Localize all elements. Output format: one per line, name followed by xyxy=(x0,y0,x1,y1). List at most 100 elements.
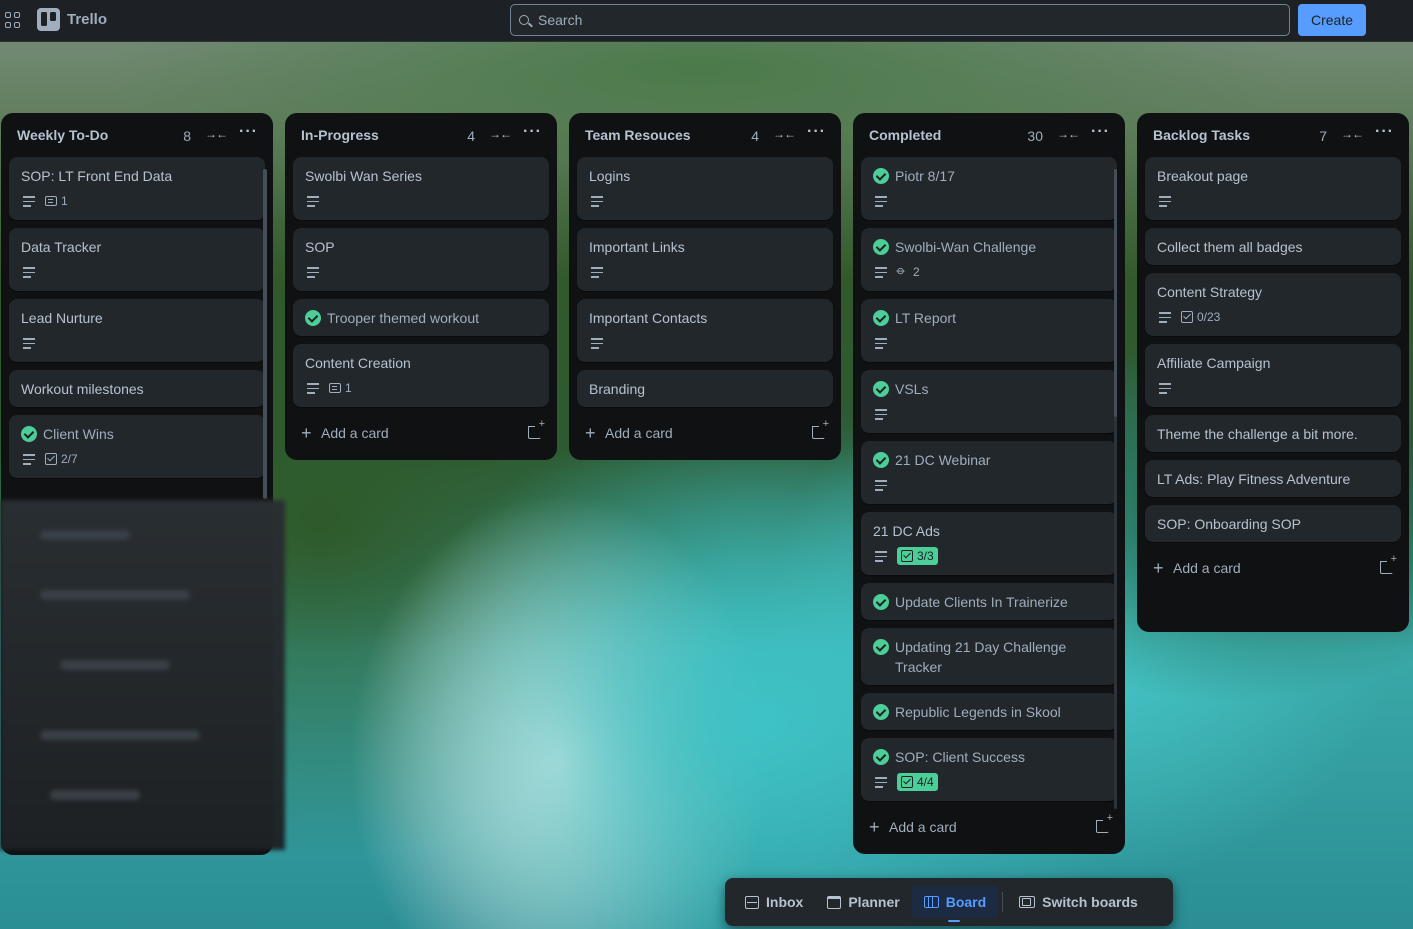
complete-check-icon[interactable] xyxy=(873,239,889,255)
card[interactable]: SOP: Client Success 4/4 xyxy=(861,738,1117,801)
complete-check-icon[interactable] xyxy=(873,168,889,184)
card[interactable]: Trooper themed workout xyxy=(293,299,549,336)
card[interactable]: LT Ads: Play Fitness Adventure xyxy=(1145,460,1401,497)
description-icon xyxy=(23,454,35,465)
list-title[interactable]: In-Progress xyxy=(301,127,379,143)
card[interactable]: Data Tracker xyxy=(9,228,265,291)
create-button[interactable]: Create xyxy=(1298,4,1366,36)
list-menu-icon[interactable]: ··· xyxy=(1375,124,1395,141)
card[interactable]: Content Creation 1 xyxy=(293,344,549,407)
card[interactable]: Piotr 8/17 xyxy=(861,157,1117,220)
collapse-list-icon[interactable]: →← xyxy=(773,127,796,143)
search-box[interactable] xyxy=(510,4,1290,36)
card[interactable]: Content Strategy 0/23 xyxy=(1145,273,1401,336)
card[interactable]: Swolbi Wan Series xyxy=(293,157,549,220)
description-icon xyxy=(1159,196,1171,207)
description-icon xyxy=(307,267,319,278)
trello-logo[interactable]: Trello xyxy=(37,8,107,31)
list-header: Backlog Tasks 7 →← ··· xyxy=(1137,113,1409,157)
card[interactable]: 21 DC Ads 3/3 xyxy=(861,512,1117,575)
list-card-count: 4 xyxy=(467,128,475,144)
create-from-template-icon[interactable] xyxy=(528,418,545,439)
card[interactable]: SOP xyxy=(293,228,549,291)
plus-icon: + xyxy=(301,423,312,443)
card-title: Swolbi Wan Series xyxy=(305,168,422,184)
comments-badge: 1 xyxy=(329,381,352,395)
top-bar: Trello Create xyxy=(0,0,1413,42)
card[interactable]: SOP: Onboarding SOP xyxy=(1145,505,1401,542)
list-menu-icon[interactable]: ··· xyxy=(523,124,543,141)
checklist-icon xyxy=(901,550,913,562)
complete-check-icon[interactable] xyxy=(21,426,37,442)
list-menu-icon[interactable]: ··· xyxy=(239,124,259,141)
plus-icon: + xyxy=(1153,558,1164,578)
complete-check-icon[interactable] xyxy=(873,452,889,468)
complete-check-icon[interactable] xyxy=(873,310,889,326)
card[interactable]: Swolbi-Wan Challenge ⌀ 2 xyxy=(861,228,1117,291)
collapse-list-icon[interactable]: →← xyxy=(205,127,228,143)
add-card-button[interactable]: + Add a card xyxy=(569,415,841,451)
card[interactable]: Branding xyxy=(577,370,833,407)
create-from-template-icon[interactable] xyxy=(812,418,829,439)
card[interactable]: Collect them all badges xyxy=(1145,228,1401,265)
checklist-count: 2/7 xyxy=(61,452,78,466)
card[interactable]: Client Wins 2/7 xyxy=(9,415,265,478)
checklist-icon xyxy=(901,776,913,788)
card[interactable]: Important Contacts xyxy=(577,299,833,362)
card[interactable]: Republic Legends in Skool xyxy=(861,693,1117,730)
create-from-template-icon[interactable] xyxy=(1096,812,1113,833)
add-card-label: Add a card xyxy=(321,425,389,441)
collapse-list-icon[interactable]: →← xyxy=(1057,127,1080,143)
nav-board[interactable]: Board xyxy=(911,886,999,922)
description-icon xyxy=(875,480,887,491)
add-card-button[interactable]: + Add a card xyxy=(285,415,557,451)
card[interactable]: Breakout page xyxy=(1145,157,1401,220)
card[interactable]: LT Report xyxy=(861,299,1117,362)
list-scrollbar[interactable] xyxy=(263,169,267,499)
search-input[interactable] xyxy=(538,12,1238,28)
complete-check-icon[interactable] xyxy=(873,639,889,655)
nav-inbox[interactable]: Inbox xyxy=(733,886,815,918)
card[interactable]: Affiliate Campaign xyxy=(1145,344,1401,407)
app-switcher-icon[interactable] xyxy=(5,12,21,28)
list-title[interactable]: Team Resouces xyxy=(585,127,691,143)
add-card-button[interactable]: + Add a card xyxy=(1137,550,1409,586)
list-menu-icon[interactable]: ··· xyxy=(1091,124,1111,141)
card[interactable]: SOP: LT Front End Data 1 xyxy=(9,157,265,220)
bottom-navigation: Inbox Planner Board Switch boards xyxy=(725,878,1173,926)
nav-divider xyxy=(1002,892,1004,912)
list-title[interactable]: Backlog Tasks xyxy=(1153,127,1250,143)
nav-switch-boards[interactable]: Switch boards xyxy=(1007,886,1150,918)
list-card-count: 4 xyxy=(751,128,759,144)
complete-check-icon[interactable] xyxy=(873,704,889,720)
nav-planner[interactable]: Planner xyxy=(815,886,911,918)
complete-check-icon[interactable] xyxy=(873,381,889,397)
trello-logo-icon xyxy=(37,8,60,31)
complete-check-icon[interactable] xyxy=(873,594,889,610)
comment-icon xyxy=(329,383,341,393)
card[interactable]: Logins xyxy=(577,157,833,220)
create-from-template-icon[interactable] xyxy=(1380,553,1397,574)
card[interactable]: Updating 21 Day Challenge Tracker xyxy=(861,628,1117,685)
list-scrollbar[interactable] xyxy=(1114,169,1117,417)
card-title: Logins xyxy=(589,168,631,184)
card-title: Theme the challenge a bit more. xyxy=(1157,426,1358,442)
card[interactable]: Theme the challenge a bit more. xyxy=(1145,415,1401,452)
card[interactable]: 21 DC Webinar xyxy=(861,441,1117,504)
card[interactable]: Update Clients In Trainerize xyxy=(861,583,1117,620)
nav-inbox-label: Inbox xyxy=(766,894,804,910)
complete-check-icon[interactable] xyxy=(873,749,889,765)
complete-check-icon[interactable] xyxy=(305,310,321,326)
card[interactable]: Lead Nurture xyxy=(9,299,265,362)
card-title: Lead Nurture xyxy=(21,310,103,326)
list-title[interactable]: Completed xyxy=(869,127,941,143)
list-menu-icon[interactable]: ··· xyxy=(807,124,827,141)
card[interactable]: VSLs xyxy=(861,370,1117,433)
card[interactable]: Workout milestones xyxy=(9,370,265,407)
add-card-button[interactable]: + Add a card xyxy=(853,809,1125,845)
card-title: Republic Legends in Skool xyxy=(895,704,1061,720)
collapse-list-icon[interactable]: →← xyxy=(1341,127,1364,143)
collapse-list-icon[interactable]: →← xyxy=(489,127,512,143)
list-title[interactable]: Weekly To-Do xyxy=(17,127,108,143)
card[interactable]: Important Links xyxy=(577,228,833,291)
